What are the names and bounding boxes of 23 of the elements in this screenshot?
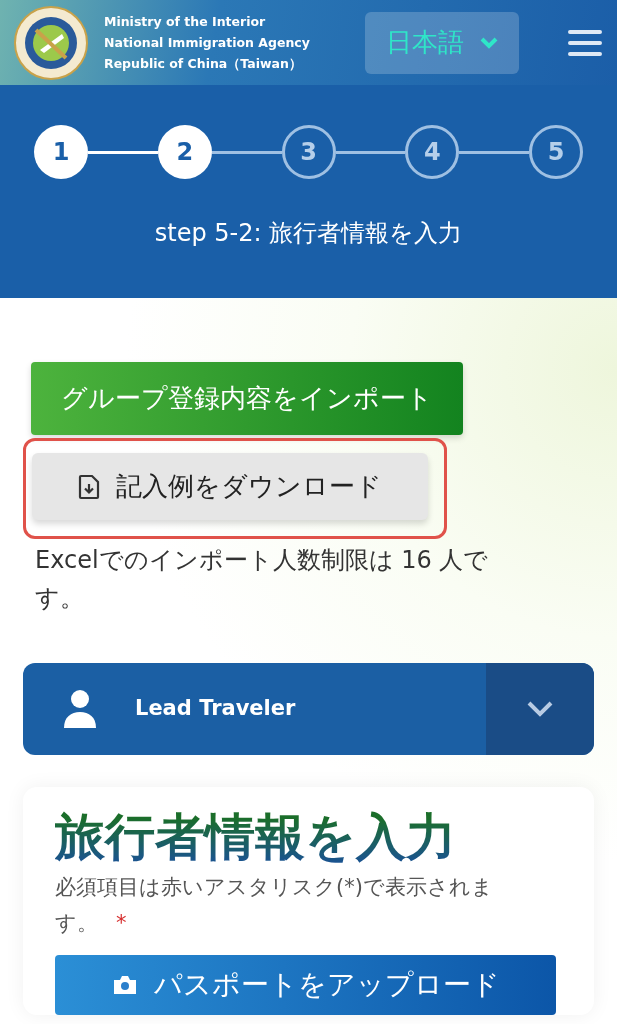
agency-name-line: National Immigration Agency xyxy=(104,34,310,52)
chevron-down-icon xyxy=(480,36,498,49)
import-limit-text: Excelでのインポート人数制限は 16 人です。 xyxy=(35,545,490,614)
agency-name-line: Republic of China（Taiwan） xyxy=(104,55,303,73)
expand-toggle[interactable] xyxy=(486,663,594,755)
step-caption: step 5-2: 旅行者情報を入力 xyxy=(153,218,464,249)
file-download-icon xyxy=(78,473,100,500)
import-button[interactable]: グループ登録内容をインポート xyxy=(31,362,463,435)
language-dropdown[interactable]: 日本語 xyxy=(365,11,519,74)
step-indicator: 3 xyxy=(281,125,336,179)
step-indicator: 2 xyxy=(157,125,212,179)
person-icon xyxy=(63,689,97,729)
step-indicator: 4 xyxy=(405,125,460,179)
menu-icon[interactable] xyxy=(567,27,603,58)
agency-name-line: Ministry of the Interior xyxy=(104,13,267,31)
camera-icon xyxy=(111,974,138,996)
panel-title: Lead Traveler xyxy=(135,695,296,723)
required-fields-note: 必須項目は赤いアスタリスク(*)で表示されます。 * xyxy=(55,874,494,937)
upload-passport-button[interactable]: パスポートをアップロード xyxy=(55,955,556,1015)
accordion-header[interactable]: Lead Traveler xyxy=(23,663,594,755)
step-indicator: 5 xyxy=(529,125,583,179)
step-indicator: 1 xyxy=(34,125,88,179)
download-button[interactable]: 記入例をダウンロード xyxy=(32,453,428,520)
